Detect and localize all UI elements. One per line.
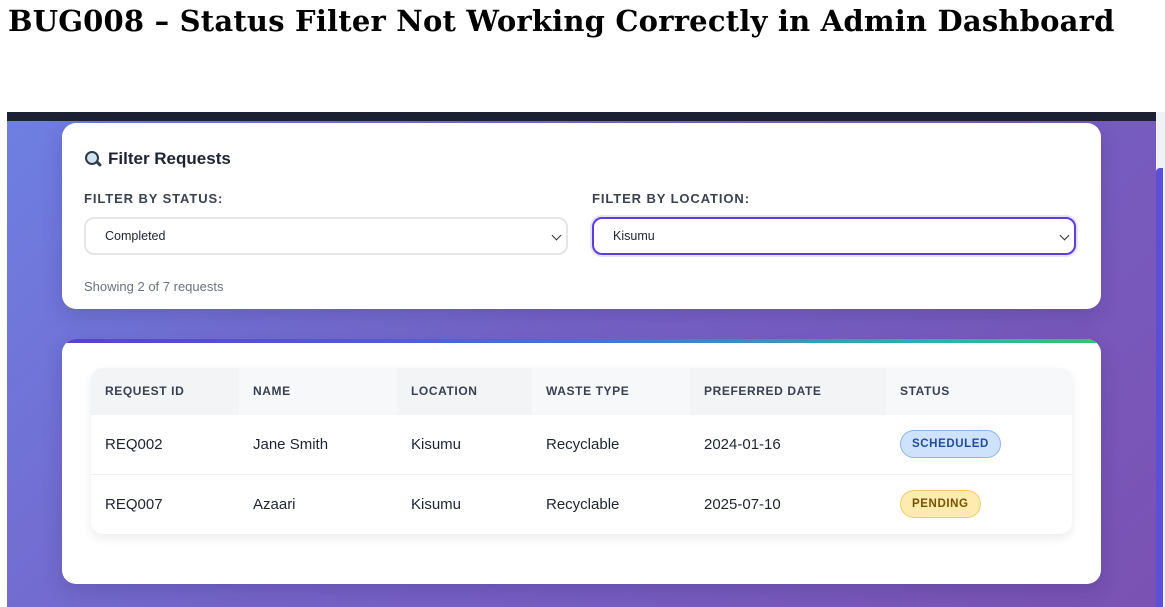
- requests-panel: REQUEST ID NAME LOCATION WASTE TYPE PREF…: [62, 339, 1101, 584]
- admin-dashboard-screenshot: Filter Requests FILTER BY STATUS: Comple…: [7, 112, 1156, 607]
- cell-request-id: REQ002: [105, 436, 163, 453]
- cell-waste-type: Recyclable: [546, 496, 620, 513]
- document-title: BUG008 – Status Filter Not Working Corre…: [8, 4, 1115, 38]
- table-header: REQUEST ID NAME LOCATION WASTE TYPE PREF…: [91, 368, 1072, 415]
- cell-waste-type: Recyclable: [546, 436, 620, 453]
- chevron-down-icon: [1059, 230, 1070, 241]
- table-row[interactable]: REQ007 Azaari Kisumu Recyclable 2025-07-…: [91, 475, 1072, 534]
- column-header-waste-type: WASTE TYPE: [532, 368, 690, 415]
- scrollbar-thumb[interactable]: [1156, 168, 1163, 607]
- status-filter-value: Completed: [105, 229, 166, 243]
- column-header-request-id: REQUEST ID: [105, 384, 185, 398]
- filter-heading: Filter Requests: [84, 149, 231, 169]
- cell-location: Kisumu: [411, 496, 462, 513]
- location-filter-select[interactable]: Kisumu: [592, 217, 1076, 255]
- filter-heading-label: Filter Requests: [108, 149, 231, 168]
- requests-table: REQUEST ID NAME LOCATION WASTE TYPE PREF…: [91, 368, 1072, 534]
- accent-bar: [62, 339, 1101, 343]
- cell-preferred-date: 2025-07-10: [704, 496, 781, 513]
- filter-panel: Filter Requests FILTER BY STATUS: Comple…: [62, 123, 1101, 309]
- status-badge: SCHEDULED: [900, 430, 1001, 458]
- column-header-name: NAME: [239, 368, 397, 415]
- result-count: Showing 2 of 7 requests: [84, 279, 224, 294]
- table-row[interactable]: REQ002 Jane Smith Kisumu Recyclable 2024…: [91, 415, 1072, 475]
- chevron-down-icon: [551, 230, 562, 241]
- cell-name: Azaari: [253, 496, 296, 513]
- column-header-location: LOCATION: [411, 384, 478, 398]
- top-bar: [7, 112, 1156, 121]
- location-filter-value: Kisumu: [613, 229, 655, 243]
- location-filter-label: FILTER BY LOCATION:: [592, 191, 750, 206]
- status-filter-select[interactable]: Completed: [84, 217, 568, 255]
- column-header-status: STATUS: [886, 368, 1072, 415]
- cell-request-id: REQ007: [105, 496, 163, 513]
- cell-preferred-date: 2024-01-16: [704, 436, 781, 453]
- status-filter-label: FILTER BY STATUS:: [84, 191, 224, 206]
- cell-location: Kisumu: [411, 436, 462, 453]
- column-header-preferred-date: PREFERRED DATE: [704, 384, 822, 398]
- status-badge: PENDING: [900, 490, 981, 518]
- search-icon: [84, 150, 103, 168]
- cell-name: Jane Smith: [253, 436, 329, 453]
